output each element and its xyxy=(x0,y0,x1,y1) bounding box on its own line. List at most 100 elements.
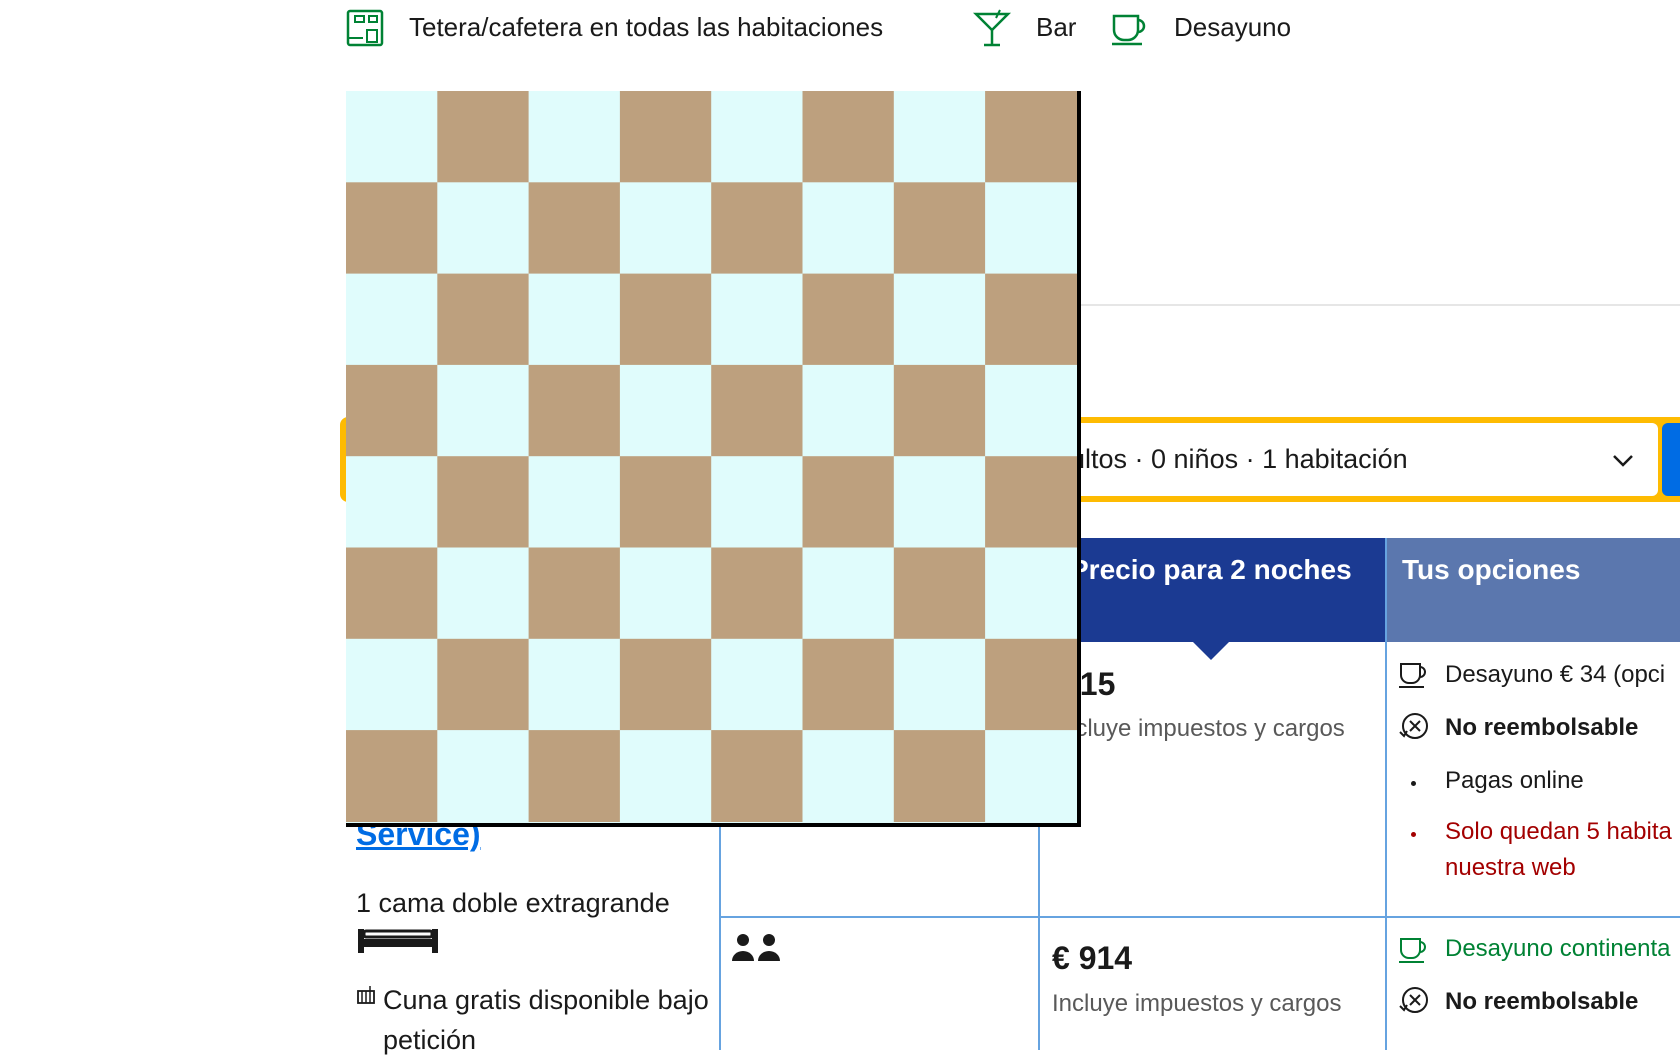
checker-light-square xyxy=(528,91,621,183)
checker-dark-square xyxy=(346,182,438,275)
row1-refund-policy: No reembolsable xyxy=(1445,714,1639,741)
checker-dark-square xyxy=(528,182,621,275)
checker-light-square xyxy=(619,547,712,640)
checker-dark-square xyxy=(619,91,712,183)
facility-bar-label: Bar xyxy=(1036,12,1077,42)
room-bed-info: 1 cama doble extragrande xyxy=(356,888,670,918)
checker-dark-square xyxy=(346,547,438,640)
options-header-label: Tus opciones xyxy=(1402,554,1581,585)
two-guests-icon xyxy=(732,934,780,961)
facility-breakfast-label: Desayuno xyxy=(1174,12,1292,42)
checker-light-square xyxy=(346,91,438,183)
checker-light-square xyxy=(437,182,530,275)
checker-light-square xyxy=(711,91,804,183)
checker-dark-square xyxy=(437,638,530,731)
crib-info: Cuna gratis disponible bajo petición xyxy=(383,985,709,1055)
checker-light-square xyxy=(711,273,804,366)
row1-scarcity-line2: nuestra web xyxy=(1445,854,1576,881)
checker-dark-square xyxy=(711,182,804,275)
checker-dark-square xyxy=(346,730,438,822)
checker-light-square xyxy=(711,456,804,549)
bullet-icon xyxy=(1411,832,1416,837)
checker-light-square xyxy=(802,547,895,640)
checker-dark-square xyxy=(802,273,895,366)
checker-dark-square xyxy=(985,638,1077,731)
table-row-divider xyxy=(719,916,1680,918)
kettle-icon xyxy=(346,9,384,47)
non-refundable-icon xyxy=(1399,713,1428,739)
bullet-icon xyxy=(1411,781,1416,786)
checker-light-square xyxy=(802,364,895,457)
checker-light-square xyxy=(528,456,621,549)
checker-light-square xyxy=(346,273,438,366)
checker-dark-square xyxy=(802,456,895,549)
row1-payment-option: Pagas online xyxy=(1445,767,1584,794)
checker-dark-square xyxy=(985,273,1077,366)
sort-indicator xyxy=(1192,641,1230,660)
cocktail-icon xyxy=(972,9,1012,47)
checker-dark-square xyxy=(985,456,1077,549)
non-refundable-icon xyxy=(1399,987,1428,1013)
occupancy-text: ultos · 0 niños · 1 habitación xyxy=(1070,444,1408,474)
checker-dark-square xyxy=(437,91,530,183)
checkerboard-overlay xyxy=(346,91,1081,827)
search-button[interactable] xyxy=(1662,423,1680,496)
checker-light-square xyxy=(619,182,712,275)
row1-breakfast-option: Desayuno € 34 (opci xyxy=(1445,661,1666,688)
checker-light-square xyxy=(619,364,712,457)
checker-dark-square xyxy=(893,364,986,457)
checker-light-square xyxy=(528,273,621,366)
checker-light-square xyxy=(346,638,438,731)
coffee-cup-icon xyxy=(1399,938,1426,963)
checker-dark-square xyxy=(346,364,438,457)
checker-light-square xyxy=(346,456,438,549)
checker-dark-square xyxy=(619,456,712,549)
checker-dark-square xyxy=(893,730,986,822)
checker-light-square xyxy=(985,364,1077,457)
coffee-cup-icon xyxy=(1399,663,1426,688)
checker-dark-square xyxy=(802,638,895,731)
checker-light-square xyxy=(619,730,712,822)
checker-light-square xyxy=(802,182,895,275)
checker-dark-square xyxy=(619,638,712,731)
row1-price-note: ncluye impuestos y cargos xyxy=(1062,715,1345,742)
checker-light-square xyxy=(985,730,1077,822)
checker-light-square xyxy=(437,730,530,822)
checker-dark-square xyxy=(711,547,804,640)
checker-dark-square xyxy=(711,364,804,457)
checker-light-square xyxy=(802,730,895,822)
crib-icon xyxy=(357,986,375,1004)
chevron-down-icon xyxy=(1613,455,1633,467)
checker-dark-square xyxy=(528,547,621,640)
checker-light-square xyxy=(985,547,1077,640)
checker-dark-square xyxy=(528,364,621,457)
checker-dark-square xyxy=(619,273,712,366)
checker-dark-square xyxy=(893,182,986,275)
checker-dark-square xyxy=(985,91,1077,183)
row2-refund-policy: No reembolsable xyxy=(1445,988,1639,1015)
price-column-header: Precio para 2 noches xyxy=(1040,538,1385,642)
checker-dark-square xyxy=(893,547,986,640)
checker-light-square xyxy=(437,547,530,640)
checker-dark-square xyxy=(437,456,530,549)
row1-scarcity-line1: Solo quedan 5 habita xyxy=(1445,818,1672,845)
checkerboard-image xyxy=(346,91,1077,822)
checker-light-square xyxy=(437,364,530,457)
checker-dark-square xyxy=(802,91,895,183)
double-bed-icon xyxy=(358,929,438,953)
options-column-header: Tus opciones xyxy=(1387,538,1680,642)
price-header-label: Precio para 2 noches xyxy=(1070,554,1352,585)
table-column-divider xyxy=(1385,538,1387,1050)
checker-light-square xyxy=(893,91,986,183)
section-divider xyxy=(1075,304,1680,306)
checker-light-square xyxy=(711,638,804,731)
checker-dark-square xyxy=(528,730,621,822)
facility-kettle-label: Tetera/cafetera en todas las habitacione… xyxy=(409,12,884,42)
row2-price-note: Incluye impuestos y cargos xyxy=(1052,990,1342,1017)
occupancy-dropdown[interactable]: ultos · 0 niños · 1 habitación xyxy=(1040,423,1658,496)
checker-dark-square xyxy=(711,730,804,822)
checker-light-square xyxy=(893,638,986,731)
checker-dark-square xyxy=(437,273,530,366)
checker-light-square xyxy=(985,182,1077,275)
checker-light-square xyxy=(893,273,986,366)
